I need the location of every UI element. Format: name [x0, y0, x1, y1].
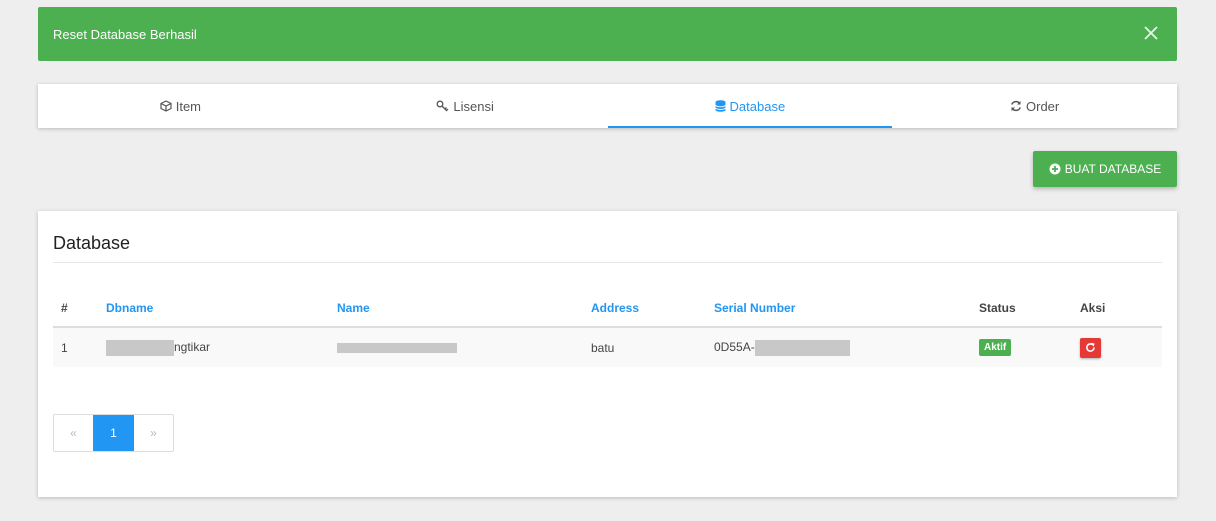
tab-lisensi[interactable]: Lisensi	[323, 84, 608, 128]
row-dbname-text: ngtikar	[174, 339, 211, 354]
row-address: batu	[583, 327, 706, 367]
create-database-button[interactable]: BUAT DATABASE	[1033, 151, 1177, 187]
redacted-block	[106, 339, 174, 356]
reset-database-button[interactable]	[1080, 337, 1101, 358]
plus-circle-icon	[1049, 163, 1061, 175]
row-actions	[1072, 327, 1162, 367]
row-number: 1	[53, 327, 98, 367]
column-header-aksi: Aksi	[1072, 289, 1162, 328]
database-card: Database # Dbname Name Address Serial Nu…	[38, 211, 1177, 497]
table-row: 1 ngtikar batu 0D55A- Aktif	[53, 327, 1162, 367]
cube-icon	[160, 100, 172, 112]
tab-order-label: Order	[1026, 98, 1060, 114]
column-header-dbname[interactable]: Dbname	[98, 289, 329, 328]
redacted-block	[337, 343, 457, 354]
key-icon	[436, 100, 449, 112]
tab-order[interactable]: Order	[892, 84, 1177, 128]
success-alert: Reset Database Berhasil	[38, 7, 1177, 61]
redo-icon	[1086, 342, 1095, 352]
row-status: Aktif	[971, 327, 1072, 367]
tab-database[interactable]: Database	[607, 84, 893, 128]
status-badge: Aktif	[979, 339, 1012, 356]
tab-item[interactable]: Item	[38, 84, 323, 128]
card-title: Database	[53, 233, 131, 253]
column-header-name[interactable]: Name	[329, 289, 583, 328]
column-header-serial-number[interactable]: Serial Number	[706, 289, 971, 328]
alert-message: Reset Database Berhasil	[53, 26, 197, 42]
pagination-prev[interactable]: «	[54, 415, 93, 451]
tab-database-label: Database	[729, 98, 786, 114]
redacted-block	[754, 339, 850, 356]
pagination-next[interactable]: »	[134, 415, 173, 451]
create-database-label: BUAT DATABASE	[1064, 162, 1162, 176]
row-serial-number: 0D55A-	[706, 327, 971, 367]
column-header-status: Status	[971, 289, 1072, 328]
card-divider	[53, 262, 1162, 263]
pagination: « 1 »	[53, 414, 174, 452]
row-name	[329, 327, 583, 367]
row-dbname: ngtikar	[98, 327, 329, 367]
database-table: # Dbname Name Address Serial Number Stat…	[53, 289, 1162, 367]
column-header-address[interactable]: Address	[583, 289, 706, 328]
tab-item-label: Item	[175, 98, 202, 114]
column-header-number: #	[53, 289, 98, 328]
pagination-page-1[interactable]: 1	[93, 415, 134, 451]
table-header-row: # Dbname Name Address Serial Number Stat…	[53, 289, 1162, 328]
nav-tabs: Item Lisensi Database Order	[38, 84, 1177, 128]
close-icon[interactable]	[1141, 23, 1161, 43]
refresh-icon	[1011, 100, 1021, 112]
database-icon	[714, 100, 726, 112]
row-serial-text: 0D55A-	[714, 339, 755, 354]
tab-lisensi-label: Lisensi	[453, 98, 494, 114]
